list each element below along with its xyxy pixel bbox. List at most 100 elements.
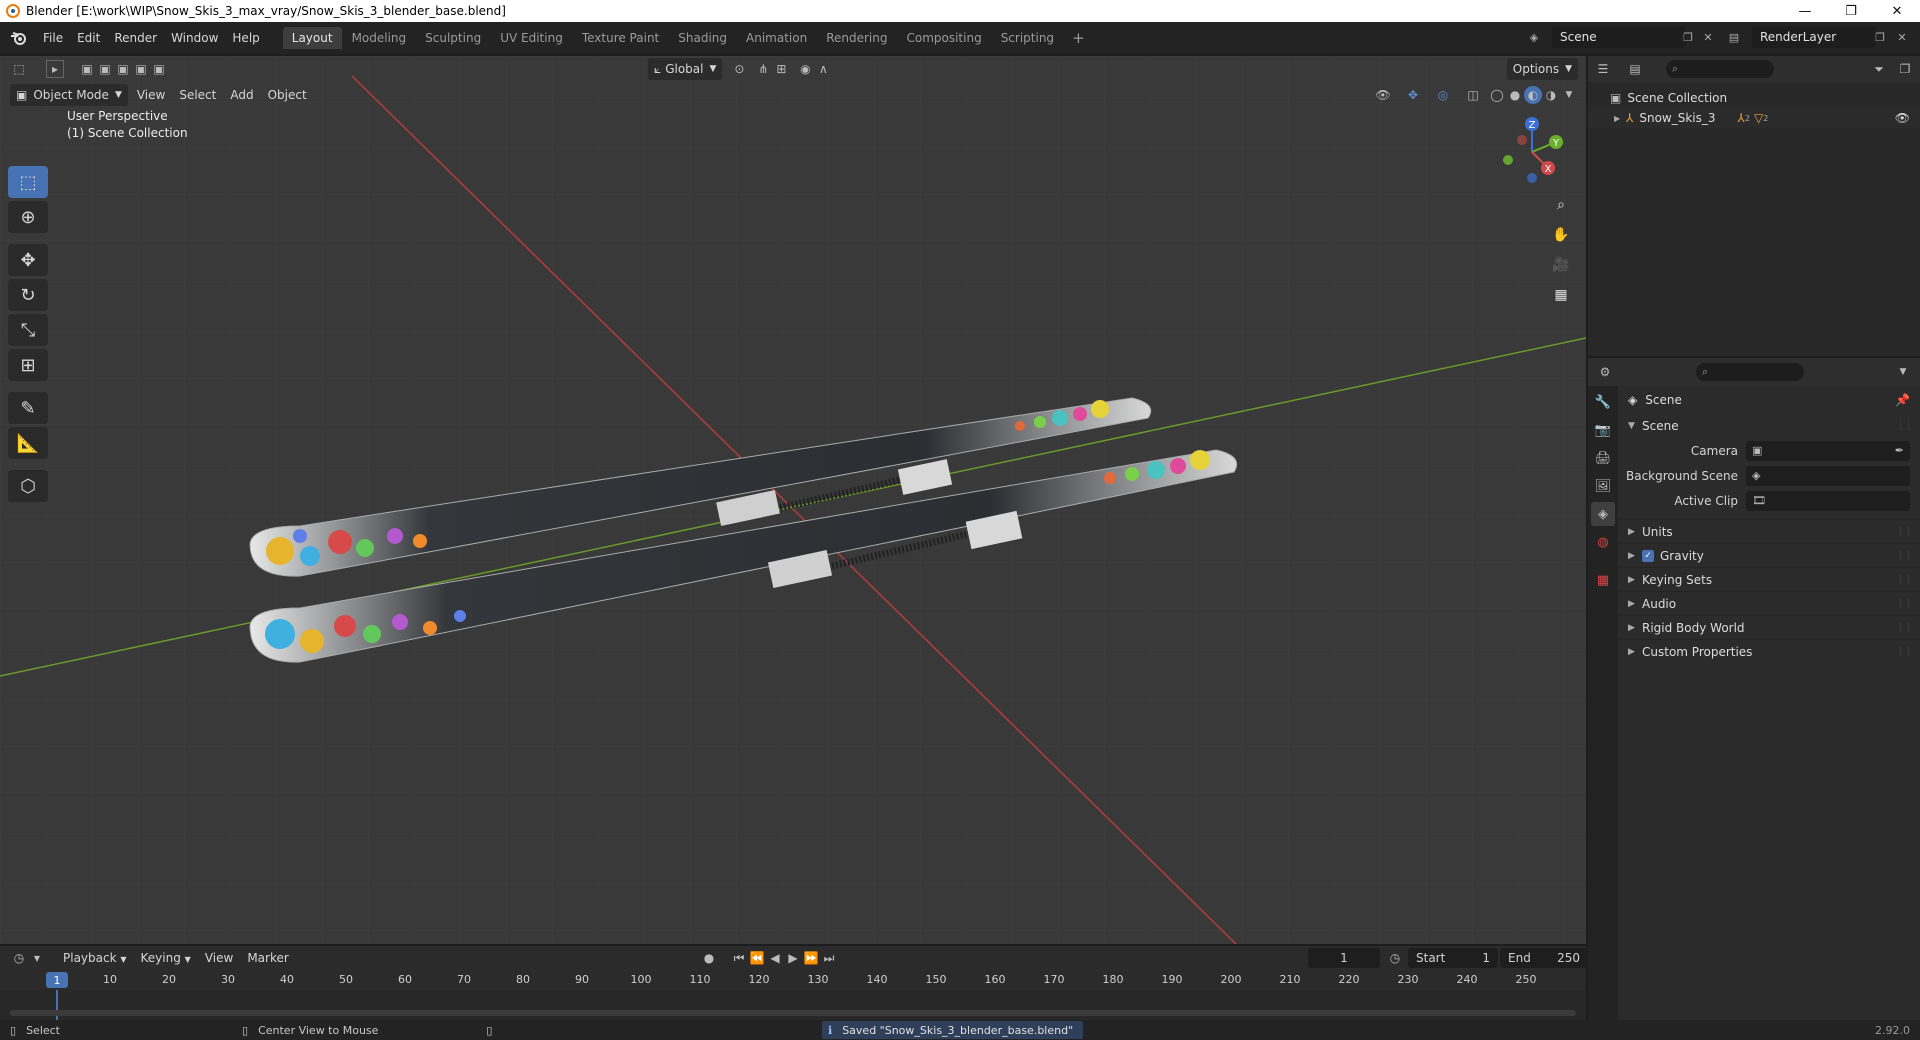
units-panel[interactable]: ▶ Units ⋮⋮ (1618, 519, 1920, 543)
panel-grip-icon[interactable]: ⋮⋮ (1896, 599, 1913, 609)
cursor-tool-icon[interactable]: ⊕ (8, 201, 48, 233)
scale-tool-icon[interactable]: ⤡ (8, 314, 48, 346)
renderlayer-selector[interactable]: RenderLayer (1752, 26, 1876, 48)
zoom-view-icon[interactable]: ⌕ (1548, 192, 1574, 218)
overlay-toggle-icon[interactable]: ◎ (1434, 86, 1452, 104)
scene-properties-icon[interactable]: ◈ (1591, 502, 1615, 526)
camera-view-icon[interactable]: 🎥 (1548, 252, 1574, 278)
timeline-menu-view[interactable]: View (198, 951, 240, 965)
output-properties-icon[interactable]: 🖨 (1591, 446, 1615, 470)
move-tool-icon[interactable]: ✥ (8, 244, 48, 276)
chevron-down-icon[interactable]: ▼ (1894, 363, 1912, 381)
jump-next-keyframe-icon[interactable]: ⏩ (802, 949, 820, 967)
outliner-search-input[interactable]: ⌕ (1666, 60, 1774, 78)
texture-properties-icon[interactable]: ▦ (1591, 568, 1615, 592)
shading-material-icon[interactable]: ◐ (1524, 86, 1542, 104)
new-collection-icon[interactable]: ❐ (1896, 60, 1914, 78)
transform-orientation-dropdown[interactable]: ⟀ Global ▼ (648, 58, 723, 80)
tab-sculpting[interactable]: Sculpting (416, 27, 490, 49)
properties-editor-type-icon[interactable]: ⚙ (1596, 363, 1614, 381)
gravity-checkbox[interactable]: ✓ (1642, 549, 1654, 562)
tab-modeling[interactable]: Modeling (343, 27, 416, 49)
menu-window[interactable]: Window (164, 31, 225, 45)
visibility-icon[interactable]: 👁 (1374, 86, 1392, 104)
chevron-down-icon[interactable]: ▼ (28, 949, 46, 967)
display-mode-icon[interactable]: ▤ (1626, 60, 1644, 78)
viewport-menu-object[interactable]: Object (261, 88, 314, 102)
new-viewlayer-icon[interactable]: ❐ (1870, 27, 1890, 47)
measure-tool-icon[interactable]: 📐 (8, 427, 48, 459)
delete-scene-icon[interactable]: ✕ (1698, 27, 1718, 47)
tab-rendering[interactable]: Rendering (817, 27, 896, 49)
select-intersect-icon[interactable]: ▣ (150, 60, 168, 78)
select-invert-icon[interactable]: ▣ (132, 60, 150, 78)
menu-help[interactable]: Help (225, 31, 266, 45)
timeline-scrollbar[interactable] (10, 1010, 1576, 1016)
editor-type-icon[interactable]: ⬚ (10, 60, 28, 78)
tab-shading[interactable]: Shading (669, 27, 736, 49)
panel-grip-icon[interactable]: ⋮⋮ (1896, 647, 1913, 657)
tab-animation[interactable]: Animation (737, 27, 816, 49)
panel-grip-icon[interactable]: ⋮⋮ (1896, 575, 1913, 585)
current-frame-field[interactable]: 1 (1308, 948, 1380, 968)
panel-grip-icon[interactable]: ⋮⋮ (1896, 527, 1913, 537)
eyedropper-icon[interactable]: ✒ (1895, 444, 1904, 457)
frame-cursor-handle[interactable]: 1 (46, 972, 68, 988)
render-properties-icon[interactable]: 📷 (1591, 418, 1615, 442)
navigation-gizmo[interactable]: Z Y X (1492, 110, 1572, 190)
xray-icon[interactable]: ◫ (1464, 86, 1482, 104)
snap-target-icon[interactable]: ⊞ (772, 60, 790, 78)
gravity-panel[interactable]: ▶ ✓ Gravity ⋮⋮ (1618, 543, 1920, 567)
tab-scripting[interactable]: Scripting (992, 27, 1063, 49)
add-workspace-icon[interactable]: + (1064, 29, 1093, 47)
viewport-3d[interactable]: ⬚ ▸ ▣ ▣ ▣ ▣ ▣ ⟀ Global ▼ ⊙ ⋔ ⊞ ◉ ∧ Optio… (0, 56, 1586, 944)
clock-icon[interactable]: ◷ (1386, 949, 1404, 967)
audio-panel[interactable]: ▶ Audio ⋮⋮ (1618, 591, 1920, 615)
select-new-icon[interactable]: ▣ (78, 60, 96, 78)
jump-end-icon[interactable]: ⏭ (820, 949, 838, 967)
scene-browse-icon[interactable]: ◈ (1524, 27, 1544, 47)
falloff-icon[interactable]: ∧ (814, 60, 832, 78)
custom-properties-panel[interactable]: ▶ Custom Properties ⋮⋮ (1618, 639, 1920, 663)
outliner-item[interactable]: ▶ ⅄ Snow_Skis_3 ⅄ 2 ▽ 2 👁 (1588, 108, 1920, 128)
jump-start-icon[interactable]: ⏮ (730, 949, 748, 967)
snap-icon[interactable]: ⋔ (754, 60, 772, 78)
pivot-point-icon[interactable]: ⊙ (730, 60, 748, 78)
tool-properties-icon[interactable]: 🔧 (1591, 390, 1615, 414)
view-layer-properties-icon[interactable]: 🖼 (1591, 474, 1615, 498)
end-frame-field[interactable]: End 250 (1500, 948, 1588, 968)
close-button[interactable]: ✕ (1874, 0, 1920, 22)
restore-button[interactable]: ❐ (1828, 0, 1874, 22)
shading-solid-icon[interactable]: ● (1506, 86, 1524, 104)
panel-grip-icon[interactable]: ⋮⋮ (1896, 623, 1913, 633)
rotate-tool-icon[interactable]: ↻ (8, 279, 48, 311)
viewport-menu-select[interactable]: Select (172, 88, 223, 102)
keying-sets-panel[interactable]: ▶ Keying Sets ⋮⋮ (1618, 567, 1920, 591)
pin-icon[interactable]: 📌 (1895, 393, 1910, 407)
viewport-menu-add[interactable]: Add (223, 88, 260, 102)
transform-tool-icon[interactable]: ⊞ (8, 349, 48, 381)
tab-layout[interactable]: Layout (282, 27, 342, 49)
scene-panel-header[interactable]: ▼ Scene ⋮⋮ (1618, 414, 1920, 438)
outliner-editor-type-icon[interactable]: ☰ (1594, 60, 1612, 78)
tab-uv-editing[interactable]: UV Editing (491, 27, 572, 49)
menu-file[interactable]: File (36, 31, 70, 45)
menu-edit[interactable]: Edit (70, 31, 107, 45)
new-scene-icon[interactable]: ❐ (1678, 27, 1698, 47)
outliner-scene-collection[interactable]: ▣ Scene Collection (1588, 88, 1920, 108)
shading-wireframe-icon[interactable]: ◯ (1488, 86, 1506, 104)
menu-render[interactable]: Render (107, 31, 164, 45)
options-dropdown[interactable]: Options ▼ (1506, 58, 1578, 80)
select-subtract-icon[interactable]: ▣ (114, 60, 132, 78)
filter-icon[interactable]: ⏷ (1870, 60, 1888, 78)
viewlayer-browse-icon[interactable]: ▤ (1724, 27, 1744, 47)
rigid-body-world-panel[interactable]: ▶ Rigid Body World ⋮⋮ (1618, 615, 1920, 639)
properties-search-input[interactable]: ⌕ (1696, 363, 1804, 381)
visibility-eye-icon[interactable]: 👁 (1895, 111, 1910, 125)
tool-select-icon[interactable]: ▸ (46, 60, 64, 78)
timeline-menu-playback[interactable]: Playback ▼ (56, 951, 134, 965)
active-clip-field[interactable]: 🎞 (1746, 490, 1910, 511)
mode-dropdown[interactable]: ▣ Object Mode ▼ (10, 84, 128, 106)
background-scene-field[interactable]: ◈ (1746, 465, 1910, 486)
world-properties-icon[interactable]: ◍ (1591, 530, 1615, 554)
